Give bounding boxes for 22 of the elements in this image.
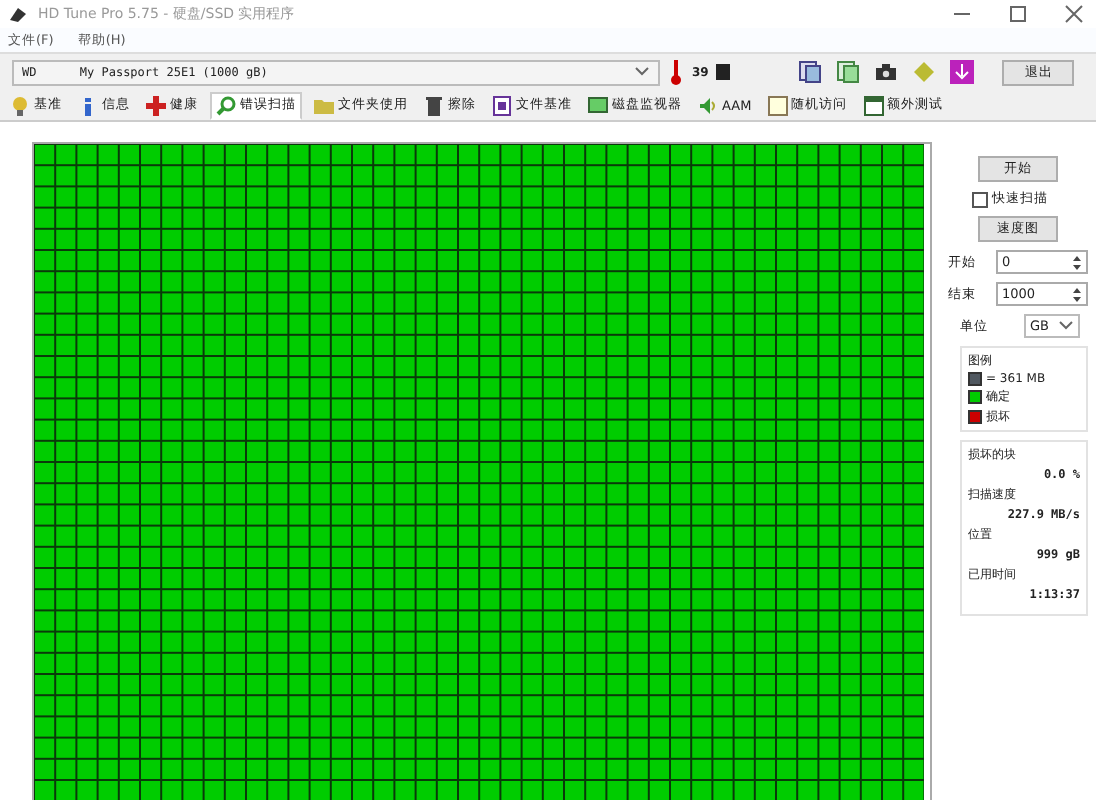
download-icon — [950, 60, 975, 84]
bulb-icon — [10, 95, 30, 115]
chevron-icon — [1058, 320, 1074, 332]
close-icon — [1064, 4, 1084, 24]
file-icon — [492, 95, 512, 115]
spinner-icon — [1072, 285, 1082, 303]
folder-icon — [314, 95, 334, 115]
page-icon — [767, 95, 788, 115]
monitor-icon — [588, 95, 608, 115]
copy-icon — [836, 60, 861, 84]
search-icon — [216, 95, 236, 115]
app-icon — [8, 4, 28, 24]
speaker-icon — [698, 95, 718, 115]
thermometer-icon — [668, 58, 684, 86]
window-icon — [863, 95, 884, 115]
maximize-icon — [1008, 4, 1028, 24]
spinner-icon — [1072, 253, 1082, 271]
camera-icon — [874, 60, 899, 84]
copy-icon — [798, 60, 823, 84]
cross-icon — [146, 95, 166, 115]
trash-icon — [424, 95, 444, 115]
chevron-icon — [634, 66, 650, 78]
